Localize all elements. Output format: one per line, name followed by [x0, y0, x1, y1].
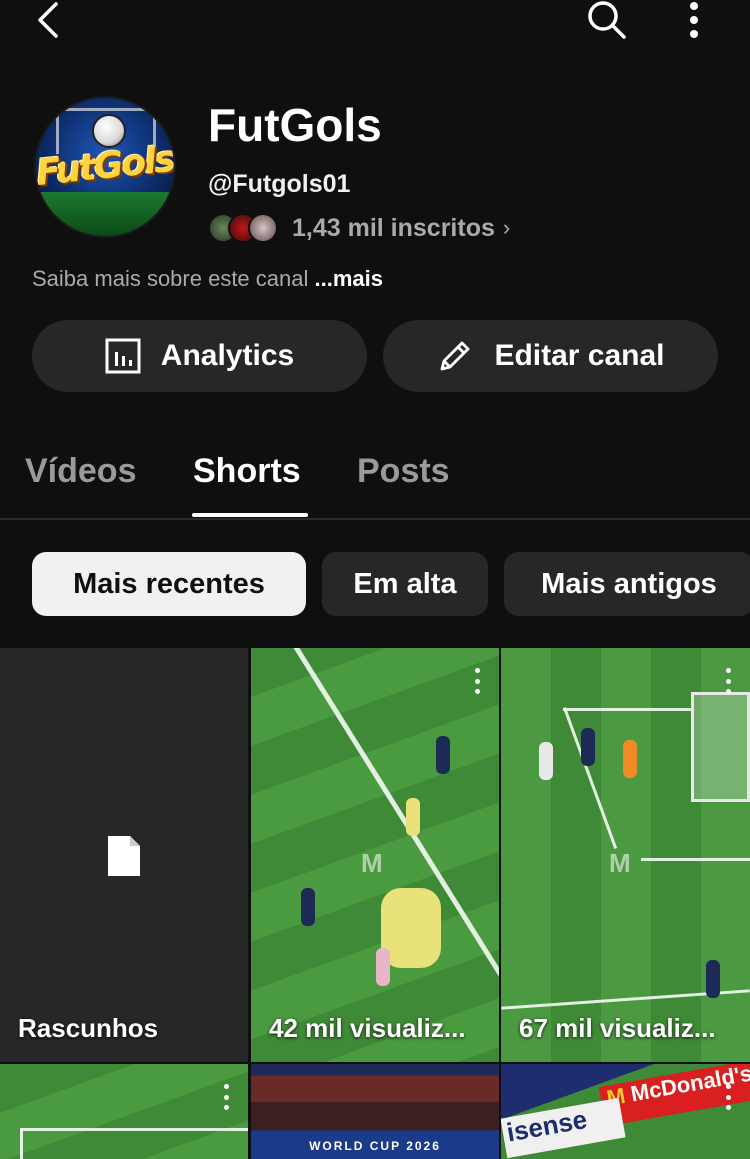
ad-board: isense: [501, 1097, 626, 1159]
top-bar: [0, 0, 750, 50]
tab-videos[interactable]: Vídeos: [25, 452, 136, 491]
short-thumbnail[interactable]: M McDonald's isense: [501, 1064, 750, 1159]
short-thumbnail[interactable]: M 42 mil visualiz...: [251, 648, 499, 1062]
goal-graphic: [691, 692, 750, 802]
player-figure: [436, 736, 450, 774]
channel-handle: @Futgols01: [208, 170, 351, 198]
more-button[interactable]: [676, 0, 712, 40]
pitch-line: [281, 648, 499, 1062]
banner-text: WORLD CUP 2026: [309, 1139, 441, 1153]
pitch-line: [563, 708, 693, 711]
player-group: [381, 888, 441, 968]
short-views: 67 mil visualiz...: [519, 1013, 716, 1043]
player-figure: [406, 798, 420, 836]
watermark-icon: M: [361, 848, 383, 878]
player-figure: [581, 728, 595, 766]
tab-shorts[interactable]: Shorts: [193, 452, 301, 491]
short-options-button[interactable]: [222, 1084, 230, 1110]
watermark-icon: M: [609, 848, 631, 878]
filter-chip-recent[interactable]: Mais recentes: [32, 552, 306, 616]
about-link[interactable]: Saiba mais sobre este canal ...mais: [32, 266, 383, 292]
analytics-label: Analytics: [160, 339, 295, 372]
back-button[interactable]: [28, 0, 68, 40]
chevron-left-icon: [38, 2, 58, 38]
subscriber-count: 1,43 mil inscritos: [292, 213, 495, 242]
edit-channel-button[interactable]: Editar canal: [383, 320, 718, 392]
short-options-button[interactable]: [473, 668, 481, 694]
search-button[interactable]: [584, 0, 630, 40]
player-figure: [623, 740, 637, 778]
active-tab-indicator: [192, 513, 308, 517]
pitch-line: [641, 858, 750, 861]
short-options-button[interactable]: [724, 668, 732, 694]
analytics-icon: [105, 338, 141, 374]
tab-posts[interactable]: Posts: [357, 452, 450, 491]
more-vertical-icon: [690, 2, 698, 38]
short-thumbnail[interactable]: M 67 mil visualiz...: [501, 648, 750, 1062]
channel-tabs: Vídeos Shorts Posts: [0, 440, 750, 520]
pitch-graphic: [36, 192, 174, 236]
channel-avatar[interactable]: FutGols: [34, 96, 176, 238]
drafts-label: Rascunhos: [18, 1013, 159, 1043]
player-figure: [376, 948, 390, 986]
subscribers-row[interactable]: 1,43 mil inscritos ›: [208, 210, 510, 246]
short-views: 42 mil visualiz...: [269, 1013, 466, 1043]
filter-chip-oldest[interactable]: Mais antigos: [504, 552, 750, 616]
search-icon: [588, 1, 626, 39]
player-figure: [301, 888, 315, 926]
pitch-line: [20, 1128, 23, 1159]
player-figure: [539, 742, 553, 780]
subscriber-avatar: [248, 213, 278, 243]
short-thumbnail[interactable]: [0, 1064, 248, 1159]
edit-channel-label: Editar canal: [494, 339, 665, 372]
about-text: Saiba mais sobre este canal: [32, 266, 309, 291]
player-figure: [706, 960, 720, 998]
analytics-button[interactable]: Analytics: [32, 320, 367, 392]
chevron-right-icon: ›: [502, 215, 511, 240]
channel-name: FutGols: [208, 99, 382, 151]
pitch-line: [20, 1128, 248, 1131]
document-icon: [108, 836, 140, 876]
soccer-ball-icon: [92, 114, 126, 148]
short-options-button[interactable]: [724, 1084, 732, 1110]
drafts-tile[interactable]: Rascunhos: [0, 648, 248, 1062]
about-more[interactable]: ...mais: [315, 266, 383, 291]
pencil-icon: [436, 337, 474, 375]
short-thumbnail[interactable]: WORLD CUP 2026: [251, 1064, 499, 1159]
filter-chip-trending[interactable]: Em alta: [322, 552, 488, 616]
